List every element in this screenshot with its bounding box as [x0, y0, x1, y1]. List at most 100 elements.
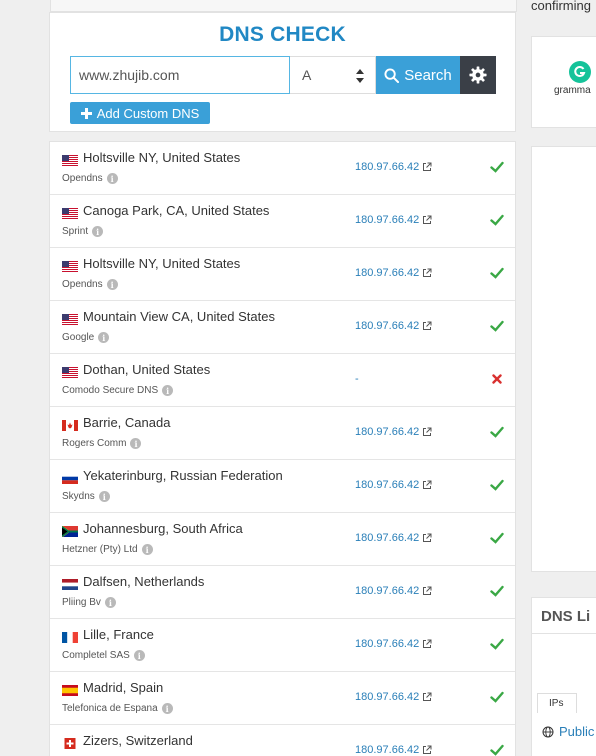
tab-ips[interactable]: IPs: [537, 693, 577, 713]
dns-list-panel: DNS Li IPs Public: [531, 597, 596, 756]
result-provider: Pliing Bv i: [62, 597, 116, 608]
result-ip-link[interactable]: 180.97.66.42: [355, 532, 432, 544]
flag-ch-icon: [62, 736, 78, 749]
flag-us-icon: [62, 206, 78, 219]
add-custom-dns-label: Add Custom DNS: [96, 105, 200, 121]
cross-icon: [490, 372, 504, 386]
external-link-icon: [423, 321, 432, 330]
grammarly-logo-icon: [569, 61, 591, 83]
flag-ru-icon: [62, 471, 78, 484]
result-row: Mountain View CA, United States Google i 18…: [50, 301, 515, 354]
result-provider: Opendns i: [62, 279, 118, 290]
search-button[interactable]: Search: [376, 56, 460, 94]
result-row: Johannesburg, South Africa Hetzner (Pty) …: [50, 513, 515, 566]
sort-arrows-icon: [356, 69, 364, 83]
external-link-icon: [423, 745, 432, 754]
result-location: Mountain View CA, United States: [83, 309, 275, 324]
plus-icon: [80, 107, 92, 119]
info-icon[interactable]: i: [130, 438, 142, 449]
result-provider: Telefonica de Espana i: [62, 703, 173, 714]
result-ip-link[interactable]: -: [355, 373, 359, 385]
external-link-icon: [423, 480, 432, 489]
result-ip: 180.97.66.42: [355, 638, 420, 650]
flag-us-icon: [62, 312, 78, 325]
result-ip-link[interactable]: 180.97.66.42: [355, 267, 432, 279]
results-list: Holtsville NY, United States Opendns i 180.…: [49, 141, 516, 756]
record-type-select[interactable]: A: [290, 56, 376, 94]
info-icon[interactable]: i: [106, 279, 118, 290]
result-row: Holtsville NY, United States Opendns i 180.…: [50, 142, 515, 195]
result-provider-name: Opendns: [62, 173, 103, 184]
result-ip-link[interactable]: 180.97.66.42: [355, 320, 432, 332]
check-icon: [490, 160, 504, 174]
result-row: Yekaterinburg, Russian Federation Skydns i…: [50, 460, 515, 513]
result-provider-name: Comodo Secure DNS: [62, 385, 159, 396]
info-icon[interactable]: i: [141, 544, 153, 555]
result-ip-link[interactable]: 180.97.66.42: [355, 585, 432, 597]
check-icon: [490, 213, 504, 227]
result-ip: 180.97.66.42: [355, 744, 420, 756]
result-ip-link[interactable]: 180.97.66.42: [355, 214, 432, 226]
result-provider-name: Pliing Bv: [62, 597, 101, 608]
result-ip-link[interactable]: 180.97.66.42: [355, 426, 432, 438]
result-ip-link[interactable]: 180.97.66.42: [355, 479, 432, 491]
dns-list-title: DNS Li: [541, 608, 591, 625]
check-icon: [490, 531, 504, 545]
flag-za-icon: [61, 524, 78, 538]
domain-input[interactable]: [70, 56, 290, 94]
result-ip: 180.97.66.42: [355, 214, 420, 226]
flag-nl-icon: [62, 577, 78, 590]
info-icon[interactable]: i: [162, 385, 174, 396]
result-location: Dalfsen, Netherlands: [83, 574, 205, 589]
result-location: Holtsville NY, United States: [83, 150, 241, 165]
dns-check-panel: DNS CHECK A Search: [49, 0, 517, 132]
info-icon[interactable]: i: [161, 703, 173, 714]
panel-top-strip: [50, 0, 517, 12]
result-provider-name: Skydns: [62, 491, 95, 502]
result-ip-link[interactable]: 180.97.66.42: [355, 638, 432, 650]
info-icon[interactable]: i: [104, 597, 116, 608]
add-custom-dns-button[interactable]: Add Custom DNS: [70, 102, 210, 124]
flag-fr-icon: [62, 630, 78, 643]
flag-us-icon: [62, 365, 78, 378]
result-provider-name: Hetzner (Pty) Ltd: [62, 544, 138, 555]
info-icon[interactable]: i: [106, 173, 118, 184]
result-location: Canoga Park, CA, United States: [83, 203, 270, 218]
result-location: Yekaterinburg, Russian Federation: [83, 468, 283, 483]
flag-ca-icon: [62, 418, 78, 431]
check-icon: [490, 584, 504, 598]
public-link[interactable]: Public: [542, 724, 594, 739]
external-link-icon: [423, 268, 432, 277]
result-ip-link[interactable]: 180.97.66.42: [355, 744, 432, 756]
result-provider-name: Completel SAS: [62, 650, 130, 661]
result-ip: 180.97.66.42: [355, 691, 420, 703]
info-icon[interactable]: i: [98, 491, 110, 502]
external-link-icon: [423, 162, 432, 171]
flag-us-icon: [62, 153, 78, 166]
result-provider: Completel SAS i: [62, 650, 145, 661]
result-provider-name: Google: [62, 332, 95, 343]
info-icon[interactable]: i: [92, 226, 104, 237]
ad-box[interactable]: gramma 广告: [531, 36, 596, 159]
result-ip-link[interactable]: 180.97.66.42: [355, 691, 432, 703]
record-type-value: A: [302, 67, 312, 83]
flag-es-icon: [62, 683, 78, 696]
result-provider-name: Opendns: [62, 279, 103, 290]
external-link-icon: [423, 427, 432, 436]
check-icon: [490, 743, 504, 756]
result-ip: 180.97.66.42: [355, 426, 420, 438]
result-row: Dothan, United States Comodo Secure DNS i -: [50, 354, 515, 407]
info-icon[interactable]: i: [98, 332, 110, 343]
info-icon[interactable]: i: [133, 650, 145, 661]
result-ip: 180.97.66.42: [355, 532, 420, 544]
result-provider-name: Sprint: [62, 226, 89, 237]
check-icon: [490, 319, 504, 333]
sidebar-panel: [531, 146, 596, 572]
settings-button[interactable]: [460, 56, 496, 94]
result-location: Zizers, Switzerland: [83, 733, 193, 748]
ad-brand: gramma: [554, 85, 591, 96]
result-row: Zizers, Switzerland 180.97.66.42: [50, 725, 515, 756]
result-row: Dalfsen, Netherlands Pliing Bv i 180.97.66.…: [50, 566, 515, 619]
result-location: Madrid, Spain: [83, 680, 164, 695]
result-ip-link[interactable]: 180.97.66.42: [355, 161, 432, 173]
